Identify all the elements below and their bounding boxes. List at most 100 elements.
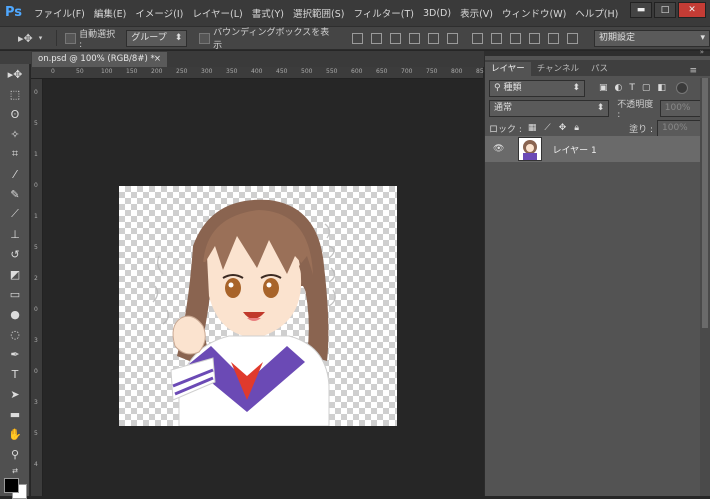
type-tool-icon[interactable]: T — [0, 364, 30, 384]
ruler-tick-label: 200 — [151, 68, 163, 75]
ruler-tick-label: 50 — [76, 68, 84, 75]
panel-menu-icon[interactable]: ≡ — [689, 66, 697, 76]
search-icon: ⚲ — [494, 82, 501, 93]
clone-stamp-icon[interactable]: ⊥ — [0, 224, 30, 244]
menu-edit[interactable]: 編集(E) — [94, 6, 126, 20]
menu-layer[interactable]: レイヤー(L) — [192, 6, 242, 20]
maximize-button[interactable]: □ — [654, 2, 676, 18]
lock-transparent-icon[interactable]: ▦ — [528, 123, 537, 133]
gradient-icon[interactable]: ▭ — [0, 284, 30, 304]
distribute-bottom-icon[interactable] — [509, 32, 521, 44]
lock-image-icon[interactable]: ⟋ — [544, 123, 550, 133]
hand-tool-icon[interactable]: ✋ — [0, 424, 30, 444]
chevron-down-icon: ⬍ — [174, 32, 183, 43]
lock-all-icon[interactable]: 🔒︎ — [574, 123, 579, 133]
menu-filter[interactable]: フィルター(T) — [353, 6, 414, 20]
smart-object-filter-icon[interactable]: ◧ — [657, 83, 666, 93]
blend-mode-dropdown[interactable]: 通常 ⬍ — [489, 99, 610, 117]
dodge-icon[interactable]: ◌ — [0, 324, 30, 344]
menu-file[interactable]: ファイル(F) — [34, 6, 85, 20]
chevron-down-icon: ▾ — [700, 32, 705, 43]
auto-select-checkbox[interactable] — [65, 32, 77, 44]
history-brush-icon[interactable]: ↺ — [0, 244, 30, 264]
foreground-color-swatch[interactable] — [4, 478, 19, 493]
close-button[interactable]: ✕ — [678, 2, 706, 18]
path-select-icon[interactable]: ➤ — [0, 384, 30, 404]
blend-mode-value: 通常 — [494, 102, 513, 113]
eraser-icon[interactable]: ◩ — [0, 264, 30, 284]
minimize-button[interactable]: ▬ — [630, 2, 652, 18]
marquee-tool-icon[interactable]: ⬚ — [0, 84, 30, 104]
anime-girl-illustration — [152, 199, 336, 426]
move-tool-icon[interactable]: ▸✥ — [0, 64, 30, 84]
layer-filter-row: ⚲ 種類 ⬍ ▣ ◐ T ▢ ◧ — [489, 79, 701, 97]
bounding-box-checkbox[interactable] — [199, 32, 211, 44]
layer-row[interactable]: 👁︎ レイヤー 1 — [485, 136, 700, 162]
ruler-tick-label: 650 — [376, 68, 388, 75]
auto-select-value: グループ — [131, 32, 167, 43]
align-vcenter-icon[interactable] — [370, 32, 382, 44]
rectangle-tool-icon[interactable]: ▬ — [0, 404, 30, 424]
lock-position-icon[interactable]: ✥ — [559, 123, 567, 133]
eyedropper-icon[interactable]: ⁄ — [0, 164, 30, 184]
panel-scrollbar[interactable] — [700, 78, 710, 496]
filter-kind-dropdown[interactable]: ⚲ 種類 ⬍ — [489, 79, 585, 97]
filter-toggle[interactable] — [675, 82, 688, 94]
align-top-icon[interactable] — [351, 32, 363, 44]
document-canvas[interactable] — [119, 186, 397, 426]
document-tab[interactable]: on.psd @ 100% (RGB/8#) * × — [32, 52, 167, 67]
tools-panel-header — [0, 51, 31, 64]
menu-help[interactable]: ヘルプ(H) — [575, 6, 618, 20]
shape-filter-icon[interactable]: ▢ — [642, 83, 651, 93]
eye-icon[interactable]: 👁︎ — [493, 144, 504, 154]
ruler-tick-label: 0 — [34, 306, 38, 313]
distribute-left-icon[interactable] — [528, 32, 540, 44]
type-filter-icon[interactable]: T — [629, 83, 635, 93]
menu-view[interactable]: 表示(V) — [460, 6, 493, 20]
swap-colors-icon[interactable]: ⇄ — [0, 464, 30, 478]
fill-input[interactable]: 100% — [657, 119, 701, 137]
tab-channels[interactable]: チャンネル — [531, 62, 585, 76]
options-bar: ▸✥ ▾ 自動選択 : グループ ⬍ バウンディングボックスを表示 初期設定 ▾ — [0, 26, 710, 51]
workspace-dropdown[interactable]: 初期設定 ▾ — [593, 29, 710, 47]
distribute-right-icon[interactable] — [566, 32, 578, 44]
adjustment-filter-icon[interactable]: ◐ — [615, 83, 623, 93]
menu-select[interactable]: 選択範囲(S) — [293, 6, 344, 20]
align-left-icon[interactable] — [408, 32, 420, 44]
distribute-top-icon[interactable] — [471, 32, 483, 44]
auto-select-dropdown[interactable]: グループ ⬍ — [126, 29, 188, 47]
healing-brush-icon[interactable]: ✎ — [0, 184, 30, 204]
tab-paths[interactable]: パス — [585, 62, 614, 76]
collapse-panel-icon[interactable]: » — [700, 48, 704, 56]
brush-tool-icon[interactable]: ⟋ — [0, 204, 30, 224]
ruler-tick-label: 150 — [126, 68, 138, 75]
move-tool-preset-icon[interactable]: ▸✥ — [18, 32, 33, 45]
pen-tool-icon[interactable]: ✒ — [0, 344, 30, 364]
menu-3d[interactable]: 3D(D) — [423, 8, 451, 19]
magic-wand-icon[interactable]: ✧ — [0, 124, 30, 144]
menu-image[interactable]: イメージ(I) — [135, 6, 183, 20]
align-bottom-icon[interactable] — [389, 32, 401, 44]
menu-window[interactable]: ウィンドウ(W) — [502, 6, 566, 20]
pixel-filter-icon[interactable]: ▣ — [599, 83, 608, 93]
crop-tool-icon[interactable]: ⌗ — [0, 144, 30, 164]
auto-select-label: 自動選択 : — [79, 29, 116, 50]
lasso-tool-icon[interactable]: ʘ — [0, 104, 30, 124]
filter-kind-label: 種類 — [503, 82, 522, 93]
ruler-tick-label: 5 — [34, 244, 38, 251]
tab-layers[interactable]: レイヤー — [485, 62, 531, 76]
blur-icon[interactable]: ● — [0, 304, 30, 324]
ruler-tick-label: 300 — [201, 68, 213, 75]
distribute-vcenter-icon[interactable] — [490, 32, 502, 44]
ruler-tick-label: 450 — [276, 68, 288, 75]
distribute-hcenter-icon[interactable] — [547, 32, 559, 44]
menu-type[interactable]: 書式(Y) — [252, 6, 284, 20]
zoom-tool-icon[interactable]: ⚲ — [0, 444, 30, 464]
align-hcenter-icon[interactable] — [427, 32, 439, 44]
document-tab-title: on.psd @ 100% (RGB/8#) * — [38, 54, 155, 64]
close-tab-icon[interactable]: × — [154, 52, 161, 67]
opacity-input[interactable]: 100% — [659, 99, 701, 117]
ruler-tick-label: 600 — [351, 68, 363, 75]
preset-dropdown-icon[interactable]: ▾ — [39, 34, 43, 42]
align-right-icon[interactable] — [446, 32, 458, 44]
